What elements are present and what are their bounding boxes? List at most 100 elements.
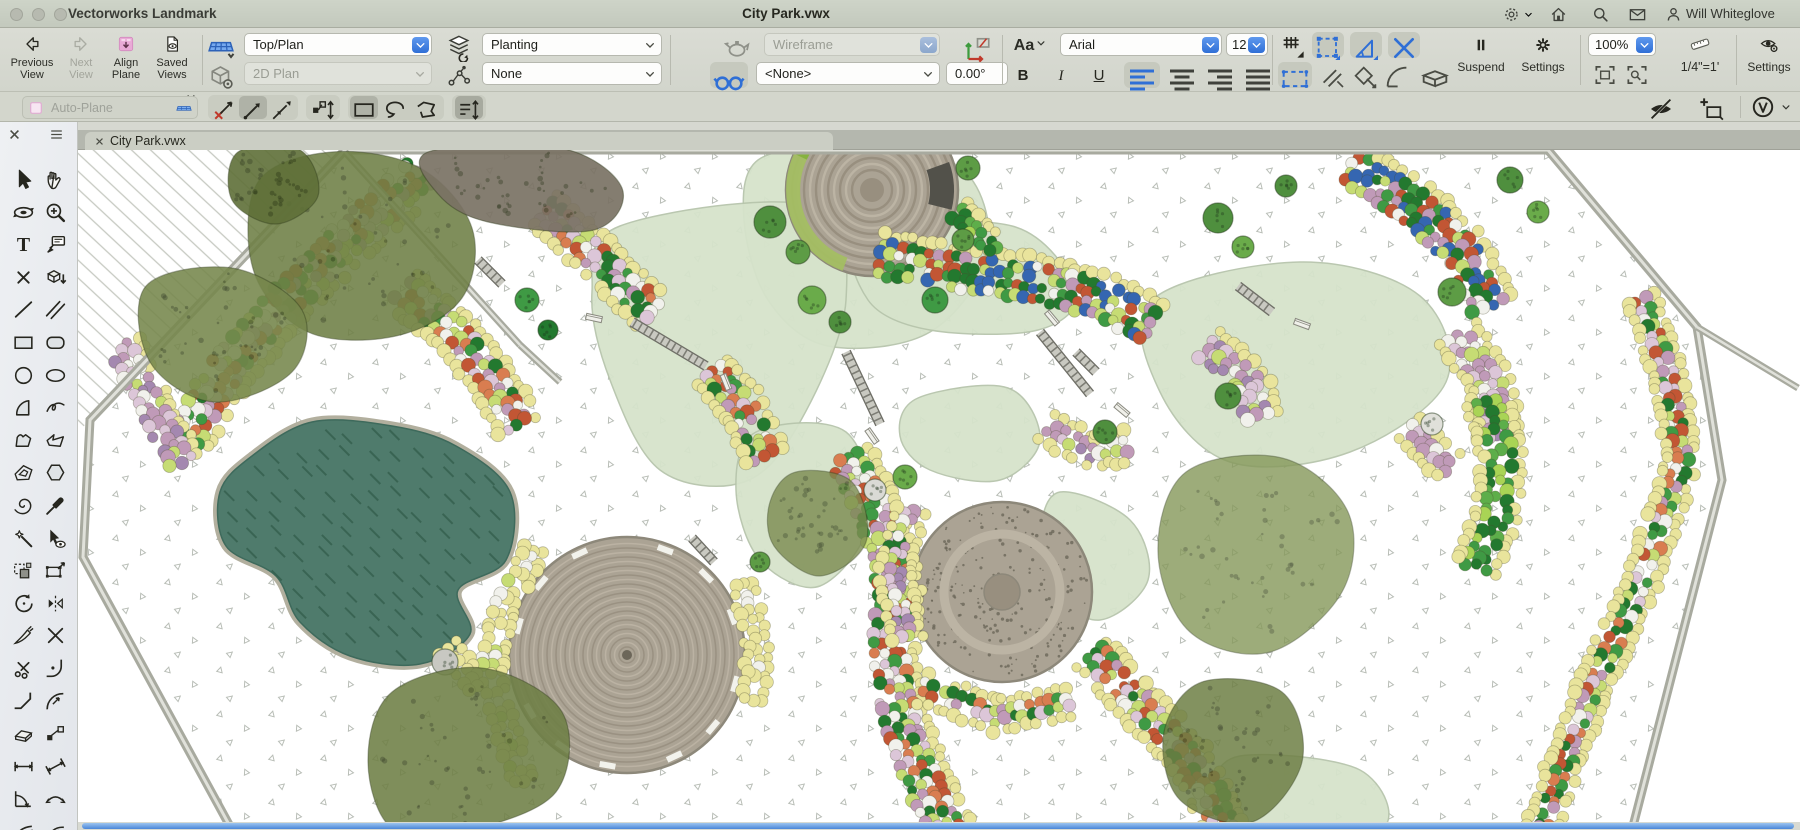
intersect-tool[interactable]	[40, 623, 70, 651]
view-settings-button[interactable]	[1742, 34, 1796, 57]
mirror-tool[interactable]	[40, 591, 70, 619]
double-polygon-tool[interactable]	[8, 460, 38, 488]
flyover-tool[interactable]	[8, 200, 38, 228]
marquee-mode-button[interactable]	[1278, 62, 1312, 88]
add-annotation-icon[interactable]	[1696, 94, 1726, 121]
font-size-dropdown[interactable]: 12	[1226, 33, 1268, 56]
view-bar-icon[interactable]	[206, 32, 236, 59]
align-center-button[interactable]	[1164, 62, 1200, 91]
disable-interactive-scaling-mode[interactable]	[210, 96, 238, 120]
fillet-tool[interactable]	[40, 656, 70, 684]
offset-tool[interactable]	[8, 819, 38, 830]
dimension-tool[interactable]	[8, 754, 38, 782]
snap-angle-button[interactable]	[1350, 32, 1382, 60]
move-by-points-tool[interactable]	[40, 721, 70, 749]
active-layer-dropdown[interactable]: Planting	[482, 33, 662, 56]
palette-close-icon[interactable]	[6, 126, 23, 143]
eyedropper-tool[interactable]	[40, 493, 70, 521]
text-angle-field[interactable]: 0.00°	[946, 62, 1008, 85]
horizontal-scrollbar[interactable]	[78, 822, 1800, 830]
working-plane-table-icon[interactable]	[1418, 62, 1452, 88]
drawing-scale-button[interactable]	[1664, 33, 1736, 58]
gear-icon[interactable]	[1502, 5, 1521, 24]
classes-icon[interactable]	[444, 62, 474, 88]
snap-settings-button[interactable]	[1514, 36, 1572, 57]
arc-tool[interactable]	[8, 395, 38, 423]
saved-views-button[interactable]: Saved Views	[148, 34, 196, 81]
split-tool[interactable]	[8, 656, 38, 684]
underline-button[interactable]: U	[1084, 64, 1114, 88]
dimension-angular-tool[interactable]	[8, 786, 38, 814]
callout-tool[interactable]	[40, 232, 70, 260]
dimension-arc-tool[interactable]	[40, 786, 70, 814]
snap-intersection-button[interactable]	[1388, 32, 1420, 58]
align-plane-button[interactable]: Align Plane	[104, 34, 148, 81]
minimize-window-button[interactable]	[32, 7, 45, 21]
regular-polygon-tool[interactable]	[40, 460, 70, 488]
align-right-button[interactable]	[1202, 62, 1238, 91]
active-class-dropdown[interactable]: None	[482, 62, 662, 85]
trim-tool[interactable]	[8, 623, 38, 651]
eraser-tool[interactable]	[8, 721, 38, 749]
rectangle-marquee-mode[interactable]	[350, 96, 378, 119]
freehand-tool[interactable]	[40, 395, 70, 423]
zoom-window-button[interactable]	[54, 7, 67, 21]
offset-curve-tool[interactable]	[40, 819, 70, 830]
lasso-marquee-mode[interactable]	[381, 96, 409, 119]
text-tool[interactable]: T	[8, 232, 38, 260]
hide-details-icon[interactable]	[1646, 94, 1676, 120]
double-line-tool[interactable]	[40, 297, 70, 325]
home-icon[interactable]	[1549, 5, 1568, 24]
plan-rotation-icon[interactable]	[206, 62, 236, 89]
italic-button[interactable]: I	[1046, 64, 1076, 88]
search-icon[interactable]	[1591, 5, 1610, 24]
rectangle-tool[interactable]	[8, 330, 38, 358]
spiral-tool[interactable]	[8, 493, 38, 521]
chamfer-tool[interactable]	[8, 689, 38, 717]
delete-tool[interactable]	[8, 265, 38, 293]
zoom-tool[interactable]	[40, 200, 70, 228]
snap-grid-icon[interactable]	[1278, 32, 1308, 58]
single-object-interactive-scaling-mode[interactable]	[239, 96, 267, 120]
scrollbar-thumb[interactable]	[82, 823, 1794, 829]
suspend-snapping-button[interactable]	[1450, 36, 1512, 57]
selection-tool[interactable]	[8, 167, 38, 195]
dimension-angled-tool[interactable]	[40, 754, 70, 782]
view-filter-icon[interactable]	[710, 62, 748, 91]
rounded-rectangle-tool[interactable]	[40, 330, 70, 358]
ellipse-tool[interactable]	[40, 363, 70, 391]
user-name[interactable]: Will Whiteglove	[1686, 6, 1775, 21]
reshape-tool[interactable]	[40, 558, 70, 586]
document-tab[interactable]: City Park.vwx	[85, 132, 833, 150]
user-icon[interactable]	[1664, 5, 1683, 24]
magic-wand-tool[interactable]	[8, 526, 38, 554]
fit-to-objects-button[interactable]	[1624, 62, 1650, 88]
align-justify-button[interactable]	[1240, 62, 1276, 91]
layers-icon[interactable]	[444, 32, 474, 63]
angle-snap-icon[interactable]	[1382, 62, 1412, 88]
multiple-object-interactive-scaling-mode[interactable]	[268, 96, 296, 120]
tab-close-icon[interactable]	[93, 135, 106, 148]
smart-edge-icon[interactable]	[1318, 62, 1348, 88]
logo-menu-chevron[interactable]	[1779, 100, 1793, 114]
bold-button[interactable]: B	[1008, 64, 1038, 88]
font-family-dropdown[interactable]: Arial	[1060, 33, 1222, 56]
polyline-tool[interactable]	[40, 428, 70, 456]
circle-tool[interactable]	[8, 363, 38, 391]
close-window-button[interactable]	[10, 7, 23, 21]
font-style-menu[interactable]: Aa	[1008, 36, 1054, 54]
zoom-level-dropdown[interactable]: 100%	[1588, 33, 1656, 56]
fit-to-window-button[interactable]	[1592, 62, 1618, 88]
palette-menu-icon[interactable]	[48, 126, 65, 143]
line-tool[interactable]	[8, 297, 38, 325]
move-objects-mode[interactable]	[309, 96, 337, 120]
pan-tool[interactable]	[40, 167, 70, 195]
select-similar-tool[interactable]	[40, 526, 70, 554]
polygon-tool[interactable]	[8, 428, 38, 456]
chevron-down-icon[interactable]	[1522, 5, 1535, 24]
move-copy-tool[interactable]	[8, 558, 38, 586]
rotate-tool[interactable]	[8, 591, 38, 619]
drop-3d-tool[interactable]	[40, 265, 70, 293]
snap-object-button[interactable]	[1312, 32, 1344, 60]
mail-icon[interactable]	[1628, 5, 1647, 24]
